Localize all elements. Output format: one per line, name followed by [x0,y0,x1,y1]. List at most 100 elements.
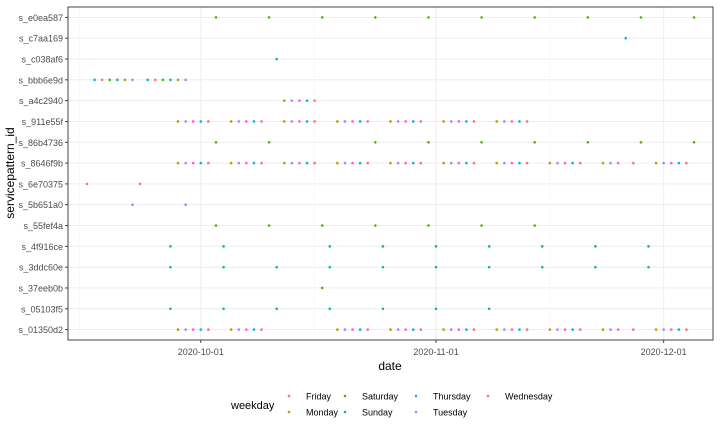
data-point [404,161,407,165]
data-point [199,328,203,331]
data-point [465,328,468,331]
data-point [320,224,324,227]
data-point [427,16,430,19]
data-point [503,161,506,165]
x-tick-label: 2020-12-01 [641,347,687,357]
y-tick-label: s_6e70375 [18,179,63,189]
data-point [442,120,445,123]
data-point [343,328,347,331]
data-point [465,161,468,165]
data-point [313,99,316,102]
y-tick-label: s_c7aa169 [19,34,63,44]
legend-key-sunday [343,410,347,414]
data-point [381,307,385,311]
data-point [503,120,506,123]
data-point [457,328,461,331]
data-point [396,328,400,331]
data-point [487,307,491,311]
data-point [222,265,225,269]
data-point [616,328,620,331]
legend-key-thursday [414,394,418,398]
data-point [434,307,438,311]
data-point [298,161,301,165]
data-point [214,140,218,144]
data-point [275,265,278,269]
data-point [184,78,187,82]
data-point [260,161,263,165]
data-point [214,16,218,19]
data-point [207,328,210,331]
data-point [556,328,559,331]
data-point [632,161,635,165]
data-point [116,78,119,82]
data-point [260,328,263,331]
data-point [131,203,134,207]
legend-key-wednesday [486,394,490,398]
data-point [245,161,248,165]
data-point [267,224,271,227]
data-point [594,245,597,248]
data-point [647,245,650,248]
data-point [389,328,392,331]
data-point [229,120,233,123]
data-point [237,328,241,331]
data-point [184,161,187,165]
data-point [328,245,332,248]
legend-label-monday: Monday [306,408,339,418]
data-point [609,161,612,165]
data-point [245,120,248,123]
data-point [662,161,665,165]
data-point [434,245,438,248]
data-point [533,16,536,19]
data-point [654,328,658,331]
data-point [427,224,430,227]
data-point [184,120,187,123]
data-point [381,245,385,248]
data-point [563,161,567,165]
data-point [336,161,339,165]
data-point [184,328,187,331]
data-point [290,99,294,102]
x-axis-title: date [378,359,402,373]
data-point [305,99,309,102]
data-point [396,120,400,123]
data-point [123,78,127,82]
data-point [647,265,650,269]
data-point [320,16,324,19]
data-point [525,120,529,123]
data-point [199,120,203,123]
data-point [85,182,89,186]
y-tick-label: s_911e55f [22,117,64,127]
data-point [472,328,476,331]
data-point [510,161,514,165]
data-point [336,120,339,123]
data-point [176,161,180,165]
y-tick-label: s_05103f5 [21,304,63,314]
data-point [518,328,521,331]
data-point [578,328,582,331]
data-point [578,161,582,165]
data-point [654,161,658,165]
data-point [298,99,301,102]
data-point [525,328,529,331]
data-point [548,161,552,165]
data-point [199,161,203,165]
data-point [472,161,476,165]
data-point [487,265,491,269]
data-point [214,224,218,227]
data-point [191,161,195,165]
data-point [624,36,628,40]
data-point [267,16,271,19]
data-point [472,120,476,123]
data-point [207,161,210,165]
y-tick-label: s_5b651a0 [18,200,63,210]
y-tick-label: s_55fef4a [23,221,63,231]
data-point [495,161,499,165]
data-point [169,307,172,311]
data-point [427,140,430,144]
data-point [252,161,256,165]
data-point [518,120,521,123]
data-point [207,120,210,123]
y-tick-label: s_3ddc60e [19,263,63,273]
data-point [328,307,332,311]
